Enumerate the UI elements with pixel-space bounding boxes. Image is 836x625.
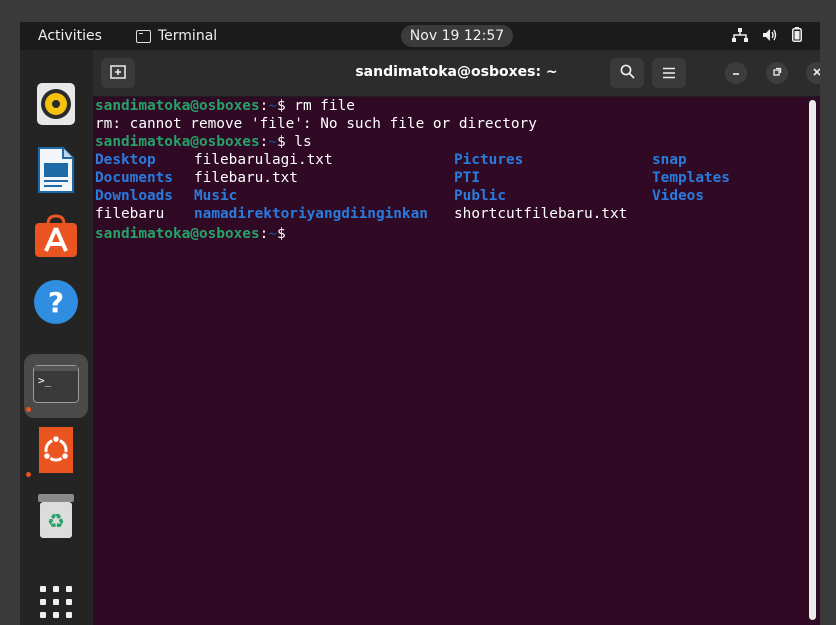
help-launcher[interactable]: ? <box>24 272 88 336</box>
prompt-path: ~ <box>268 134 277 150</box>
trash-icon: ♻ <box>37 493 75 543</box>
command-text: rm file <box>294 98 355 114</box>
prompt-symbol: $ <box>276 98 295 114</box>
ubuntu-software-icon <box>33 214 79 262</box>
ls-dir-entry: namadirektoriyangdiinginkan <box>194 206 428 222</box>
ls-row: filebaru namadirektoriyangdiinginkan sho… <box>95 205 809 223</box>
terminal-running-indicator <box>26 407 31 412</box>
desktop-screen: Activities Terminal Nov 19 12:57 ? >_ ♻ … <box>20 22 820 625</box>
minimize-button[interactable] <box>725 62 747 84</box>
error-line: rm: cannot remove 'file': No such file o… <box>95 116 537 132</box>
ls-dir-entry: Public <box>454 188 506 204</box>
minimize-icon <box>731 66 741 80</box>
rhythmbox-icon <box>36 82 76 130</box>
ls-dir-entry: Pictures <box>454 152 524 168</box>
clock[interactable]: Nov 19 12:57 <box>401 25 513 47</box>
ls-file-entry: shortcutfilebaru.txt <box>454 206 628 222</box>
prompt-separator: : <box>259 226 269 242</box>
app-menu-label: Terminal <box>158 28 218 44</box>
terminal-window: sandimatoka@osboxes: ~ sandimatoka@osbox… <box>93 50 820 625</box>
app-menu[interactable]: Terminal <box>136 28 217 44</box>
show-apps-button[interactable] <box>24 572 88 625</box>
network-icon[interactable] <box>732 27 748 42</box>
search-button[interactable] <box>610 58 644 88</box>
close-button[interactable] <box>806 62 820 84</box>
prompt-symbol: $ <box>276 226 295 242</box>
ls-row: Desktop filebarulagi.txt Pictures snap <box>95 151 809 169</box>
terminal-line: sandimatoka@osboxes:~$ <box>95 223 809 242</box>
svg-text:♻: ♻ <box>47 509 65 533</box>
volume-icon[interactable] <box>762 28 778 42</box>
top-bar: Activities Terminal Nov 19 12:57 <box>20 22 820 50</box>
show-apps-icon <box>40 586 72 622</box>
terminal-line: sandimatoka@osboxes:~$ rm file <box>95 97 809 115</box>
terminal-launcher[interactable]: >_ <box>24 354 88 418</box>
ls-dir-entry: snap <box>652 152 687 168</box>
ls-file-entry: filebaru <box>95 206 165 222</box>
ubuntu-running-indicator <box>26 472 31 477</box>
svg-text:?: ? <box>48 286 64 319</box>
prompt-user: sandimatoka@osboxes <box>95 134 260 150</box>
battery-icon[interactable] <box>792 27 802 42</box>
new-tab-icon <box>110 64 126 83</box>
terminal-headerbar[interactable]: sandimatoka@osboxes: ~ <box>93 50 820 97</box>
prompt-user: sandimatoka@osboxes <box>95 226 260 242</box>
ls-dir-entry: Downloads <box>95 188 173 204</box>
terminal-line: sandimatoka@osboxes:~$ ls <box>95 133 809 151</box>
prompt-path: ~ <box>268 98 277 114</box>
prompt-user: sandimatoka@osboxes <box>95 98 260 114</box>
new-tab-button[interactable] <box>101 58 135 88</box>
rhythmbox-launcher[interactable] <box>24 74 88 138</box>
terminal-cursor <box>294 223 303 238</box>
ubuntu-launcher[interactable] <box>24 420 88 484</box>
ls-dir-entry: PTI <box>454 170 480 186</box>
trash-launcher[interactable]: ♻ <box>24 486 88 550</box>
terminal-scrollbar[interactable] <box>809 100 816 620</box>
ls-row: Downloads Music Public Videos <box>95 187 809 205</box>
maximize-button[interactable] <box>766 62 788 84</box>
libreoffice-writer-launcher[interactable] <box>24 140 88 204</box>
ubuntu-icon <box>39 427 73 477</box>
ls-file-entry: filebarulagi.txt <box>194 152 333 168</box>
prompt-separator: : <box>259 134 269 150</box>
system-tray[interactable] <box>732 27 802 42</box>
close-icon <box>812 66 820 80</box>
menu-icon <box>662 64 676 83</box>
ls-row: Documents filebaru.txt PTI Templates <box>95 169 809 187</box>
ls-dir-entry: Videos <box>652 188 704 204</box>
ls-dir-entry: Music <box>194 188 238 204</box>
command-text: ls <box>294 134 312 150</box>
ls-dir-entry: Desktop <box>95 152 156 168</box>
ubuntu-software-launcher[interactable] <box>24 206 88 270</box>
libreoffice-writer-icon <box>37 147 75 197</box>
ls-file-entry: filebaru.txt <box>194 170 298 186</box>
prompt-path: ~ <box>268 226 277 242</box>
menu-button[interactable] <box>652 58 686 88</box>
prompt-separator: : <box>259 98 269 114</box>
window-title: sandimatoka@osboxes: ~ <box>355 64 558 80</box>
maximize-icon <box>772 66 782 80</box>
terminal-icon: >_ <box>33 365 79 407</box>
terminal-output[interactable]: sandimatoka@osboxes:~$ rm file rm: canno… <box>93 97 809 625</box>
search-icon <box>620 64 635 83</box>
dock: ? >_ ♻ <box>20 50 93 625</box>
terminal-app-icon <box>136 29 151 43</box>
ls-dir-entry: Templates <box>652 170 730 186</box>
ls-dir-entry: Documents <box>95 170 173 186</box>
activities-button[interactable]: Activities <box>38 28 102 44</box>
help-icon: ? <box>33 279 79 329</box>
svg-text:>_: >_ <box>38 374 52 387</box>
prompt-symbol: $ <box>276 134 295 150</box>
